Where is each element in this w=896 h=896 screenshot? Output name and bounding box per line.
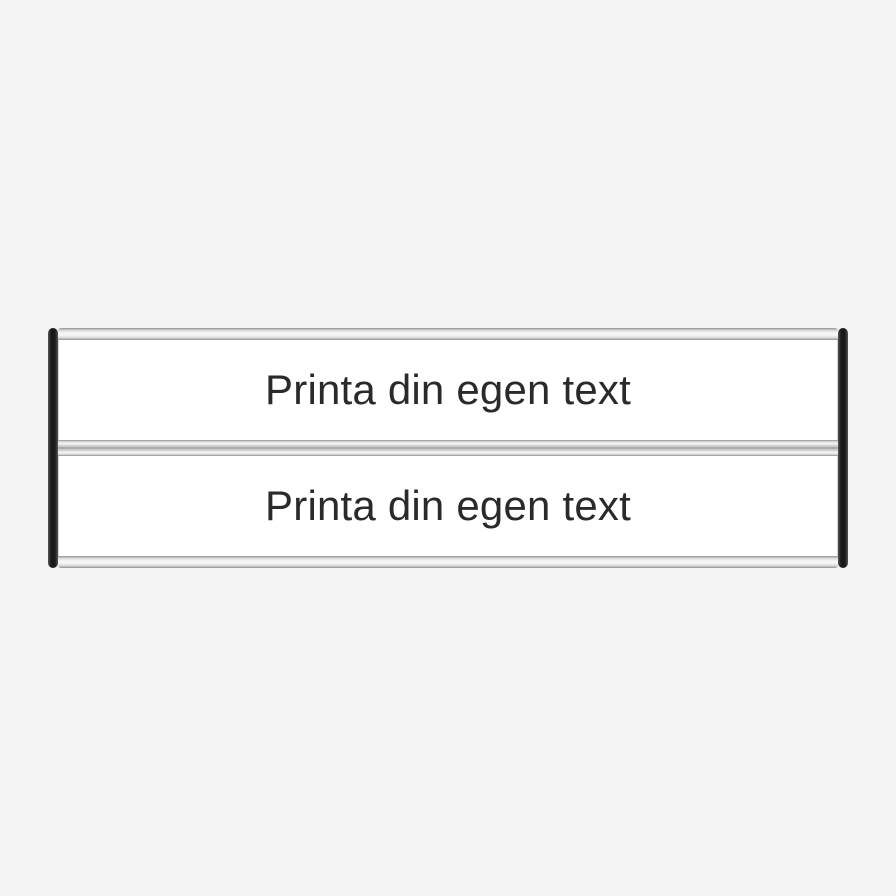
rail-top <box>58 328 838 340</box>
sign-frame: Printa din egen text Printa din egen tex… <box>48 328 848 568</box>
sign-panel: Printa din egen text <box>58 456 838 556</box>
end-cap-left <box>48 328 58 568</box>
rail-bottom <box>58 556 838 568</box>
panel-text: Printa din egen text <box>265 482 631 530</box>
sign-panel: Printa din egen text <box>58 340 838 440</box>
rail-middle <box>58 440 838 456</box>
panel-text: Printa din egen text <box>265 366 631 414</box>
end-cap-right <box>838 328 848 568</box>
